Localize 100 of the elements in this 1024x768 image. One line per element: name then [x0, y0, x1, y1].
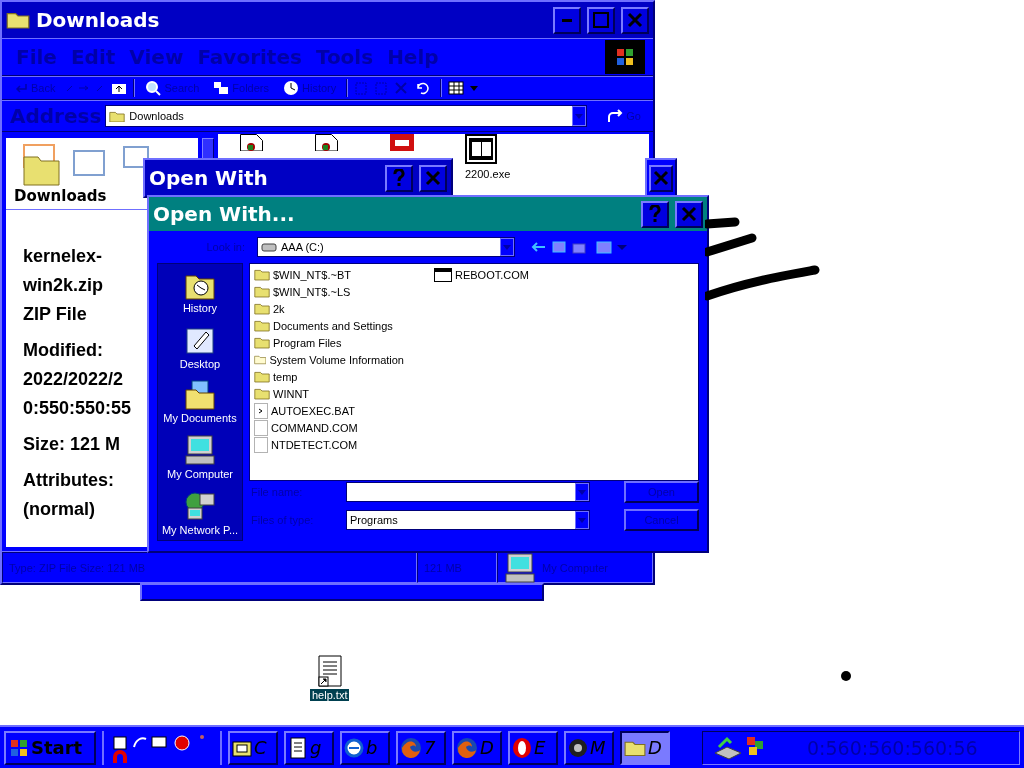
computer-icon — [184, 434, 216, 466]
back-arrow-icon — [14, 82, 28, 94]
address-label: Address — [10, 104, 102, 128]
dropdown-button[interactable] — [572, 106, 587, 126]
dialog-title: Open With... — [153, 202, 296, 226]
dot-icon — [841, 671, 851, 681]
close-icon — [681, 206, 697, 222]
place-button[interactable]: My Network P... — [161, 490, 239, 536]
caret-icon — [575, 113, 584, 119]
minimize-icon — [562, 18, 572, 22]
fox-globe-icon — [400, 736, 422, 759]
directory-entry[interactable]: 2k — [254, 300, 404, 317]
directory-entry[interactable]: Documents and Settings — [254, 317, 404, 334]
directory-entry[interactable]: System Volume Information — [254, 351, 404, 368]
look-in-label: Look in: — [205, 241, 246, 253]
close-button[interactable] — [419, 164, 447, 192]
file-icon — [254, 436, 268, 453]
maximize-button[interactable] — [587, 6, 615, 34]
detail-text: (normal) — [23, 498, 95, 521]
drive-icon — [261, 242, 277, 252]
file-name: 2200.exe — [465, 168, 511, 180]
desktop-icon-label[interactable]: help.txt — [310, 689, 350, 701]
folder-icon — [254, 353, 267, 366]
directory-entry[interactable]: WINNT — [254, 385, 404, 402]
folder-icon — [109, 109, 126, 123]
close-icon — [425, 170, 441, 186]
gear-file-icon — [254, 402, 268, 419]
folder-icon — [254, 370, 270, 383]
caret-icon — [470, 85, 479, 91]
directory-entry[interactable]: temp — [254, 368, 404, 385]
folder-icon — [254, 302, 270, 315]
place-button[interactable]: History — [182, 270, 218, 314]
history-clock-icon — [283, 80, 299, 96]
files-of-type-field[interactable]: Programs — [346, 510, 590, 530]
directory-entry[interactable]: $WIN_NT$.~BT — [254, 266, 404, 283]
look-in-field[interactable]: AAA (C:) — [257, 237, 515, 257]
views-icon — [448, 81, 465, 95]
minimize-button[interactable] — [553, 6, 581, 34]
detail-text: ZIP File — [23, 303, 87, 326]
file-name-field[interactable] — [346, 482, 590, 502]
windows-logo-icon — [10, 738, 28, 757]
computer-icon — [504, 551, 536, 584]
folder-icon — [254, 319, 270, 332]
help-button[interactable] — [385, 164, 413, 192]
go-arrow-icon — [607, 109, 624, 123]
detail-text: 0:550:550:55 — [23, 397, 132, 420]
detail-text: kernelex- — [23, 245, 103, 268]
place-button[interactable]: Desktop — [179, 324, 221, 370]
directory-entry[interactable]: $WIN_NT$.~LS — [254, 283, 404, 300]
directory-entry[interactable]: COMMAND.COM — [254, 419, 404, 436]
o-logo-icon — [512, 736, 532, 759]
directory-entry[interactable]: AUTOEXEC.BAT — [254, 402, 404, 419]
dropdown-button[interactable] — [575, 511, 589, 529]
taskbar-button[interactable]: D — [620, 730, 670, 765]
directory-entry[interactable]: NTDETECT.COM — [254, 436, 404, 453]
detail-text: Modified: — [23, 339, 103, 362]
window-icon — [434, 267, 452, 282]
dropdown-button[interactable] — [575, 483, 589, 501]
directory-entry[interactable]: Program Files — [254, 334, 404, 351]
close-button[interactable] — [621, 6, 649, 34]
directory-entry[interactable]: REBOOT.COM — [434, 266, 584, 283]
clock: 0:560:560:560:56 — [807, 736, 978, 759]
place-button[interactable]: My Documents — [163, 380, 237, 424]
folder-icon — [254, 285, 270, 298]
documents-folder-icon — [184, 380, 216, 410]
files-of-type-label: Files of type: — [251, 514, 315, 526]
search-icon — [145, 80, 162, 96]
help-icon — [393, 169, 405, 187]
close-icon — [653, 170, 669, 186]
folder-icon — [6, 10, 30, 30]
file-name-label: File name: — [251, 486, 304, 498]
detail-text: Attributes: — [23, 469, 114, 492]
detail-text: Size: 121 M — [23, 433, 121, 456]
address-field[interactable]: Downloads — [105, 105, 588, 127]
file-icon — [254, 419, 268, 436]
close-button[interactable] — [675, 200, 703, 228]
folders-icon — [213, 81, 230, 95]
e-logo-icon — [344, 737, 364, 758]
maximize-icon — [593, 12, 609, 28]
folder-icon — [254, 387, 270, 400]
status-text: 121 MB — [424, 561, 462, 574]
caret-icon — [578, 517, 586, 523]
fox-globe-icon — [456, 736, 478, 759]
detail-text: 2022/2022/2 — [23, 368, 124, 391]
place-button[interactable]: My Computer — [167, 434, 233, 480]
window-icon — [232, 738, 252, 757]
window-title: Downloads — [36, 8, 161, 32]
caret-icon — [503, 244, 511, 250]
help-icon — [649, 205, 661, 223]
caret-icon — [578, 489, 586, 495]
folder-icon — [254, 336, 270, 349]
network-icon — [184, 490, 216, 522]
close-button[interactable] — [649, 164, 673, 192]
up-folder-icon — [111, 81, 128, 95]
close-icon — [627, 12, 643, 28]
dialog-title: Open With — [149, 166, 269, 190]
help-button[interactable] — [641, 200, 669, 228]
dropdown-button[interactable] — [500, 238, 514, 256]
windows-logo-icon — [616, 48, 634, 66]
status-text: Type: ZIP File Size: 121 MB — [9, 561, 146, 574]
